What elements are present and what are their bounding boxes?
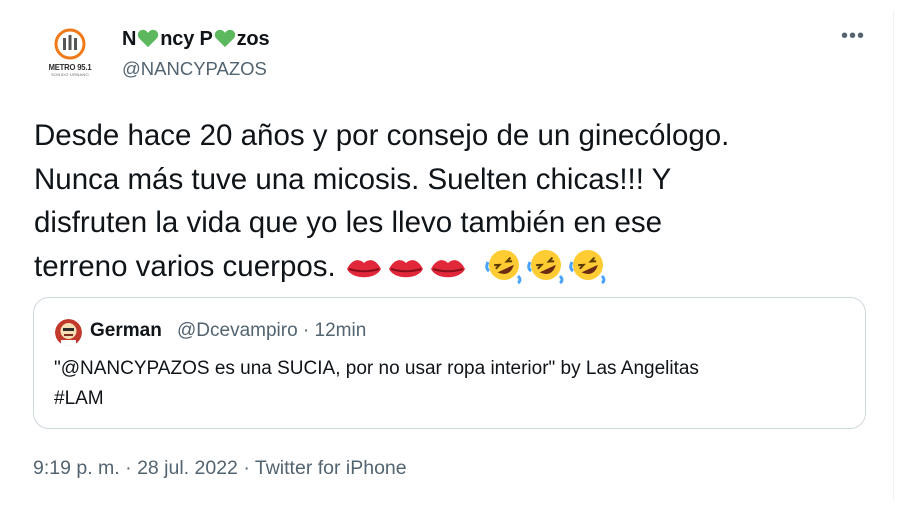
quoted-author-meta[interactable]: @Dcevampiro · 12min xyxy=(177,320,366,342)
tweet-line-last: terreno varios cuerpos. xyxy=(34,245,864,297)
quoted-author-name[interactable]: German xyxy=(90,320,162,342)
quoted-tweet-card[interactable]: German @Dcevampiro · 12min "@NANCYPAZOS … xyxy=(33,297,866,429)
author-avatar[interactable]: METRO 95.1 SONIDO URBANO xyxy=(37,18,103,84)
timestamp-time[interactable]: 9:19 p. m. xyxy=(33,457,120,479)
timestamp-date[interactable]: 28 jul. 2022 xyxy=(137,457,238,479)
emoji-group xyxy=(344,246,610,297)
kiss-lips-icon xyxy=(430,259,465,277)
author-display-name[interactable]: Nncy P zos xyxy=(122,28,270,51)
rolling-laughing-icon xyxy=(484,249,522,284)
tweet-line: terreno varios cuerpos. xyxy=(34,249,336,283)
tweet-line: Nunca más tuve una micosis. Suelten chic… xyxy=(34,162,672,196)
tweet-line: Desde hace 20 años y por consejo de un g… xyxy=(34,119,730,152)
display-name-part: zos xyxy=(236,28,270,50)
kiss-lips-icon xyxy=(346,259,381,277)
green-heart-icon xyxy=(214,29,235,48)
tweet-timestamp: 9:19 p. m. · 28 jul. 2022 · Twitter for … xyxy=(33,457,407,480)
author-handle[interactable]: @NANCYPAZOS xyxy=(122,58,267,80)
quoted-tweet-text: "@NANCYPAZOS es una SUCIA, por no usar r… xyxy=(54,354,844,414)
timeline-divider xyxy=(893,10,894,500)
display-name-part: N xyxy=(122,28,137,50)
green-heart-icon xyxy=(138,29,159,48)
kiss-lips-icon xyxy=(388,259,423,277)
tweet-line: disfruten la vida que yo les llevo tambi… xyxy=(34,206,663,239)
rolling-laughing-icon xyxy=(568,249,606,284)
tweet-text: Desde hace 20 años y por consejo de un g… xyxy=(34,114,864,296)
avatar-image-icon xyxy=(55,319,82,346)
tweet-source[interactable]: Twitter for iPhone xyxy=(255,457,407,479)
separator: · xyxy=(237,457,255,479)
display-name-part: ncy P xyxy=(160,28,213,50)
quoted-hashtag[interactable]: #LAM xyxy=(54,384,844,414)
avatar-brand-text: METRO 95.1 xyxy=(48,62,92,72)
more-options-button[interactable]: ••• xyxy=(838,26,868,52)
avatar-brand-subtext: SONIDO URBANO xyxy=(51,72,89,77)
rolling-laughing-icon xyxy=(526,249,564,284)
quoted-text-line: "@NANCYPAZOS es una SUCIA, por no usar r… xyxy=(54,358,699,379)
quoted-author-avatar[interactable] xyxy=(55,319,82,346)
metro-logo-icon xyxy=(54,28,86,60)
separator: · xyxy=(119,457,138,479)
